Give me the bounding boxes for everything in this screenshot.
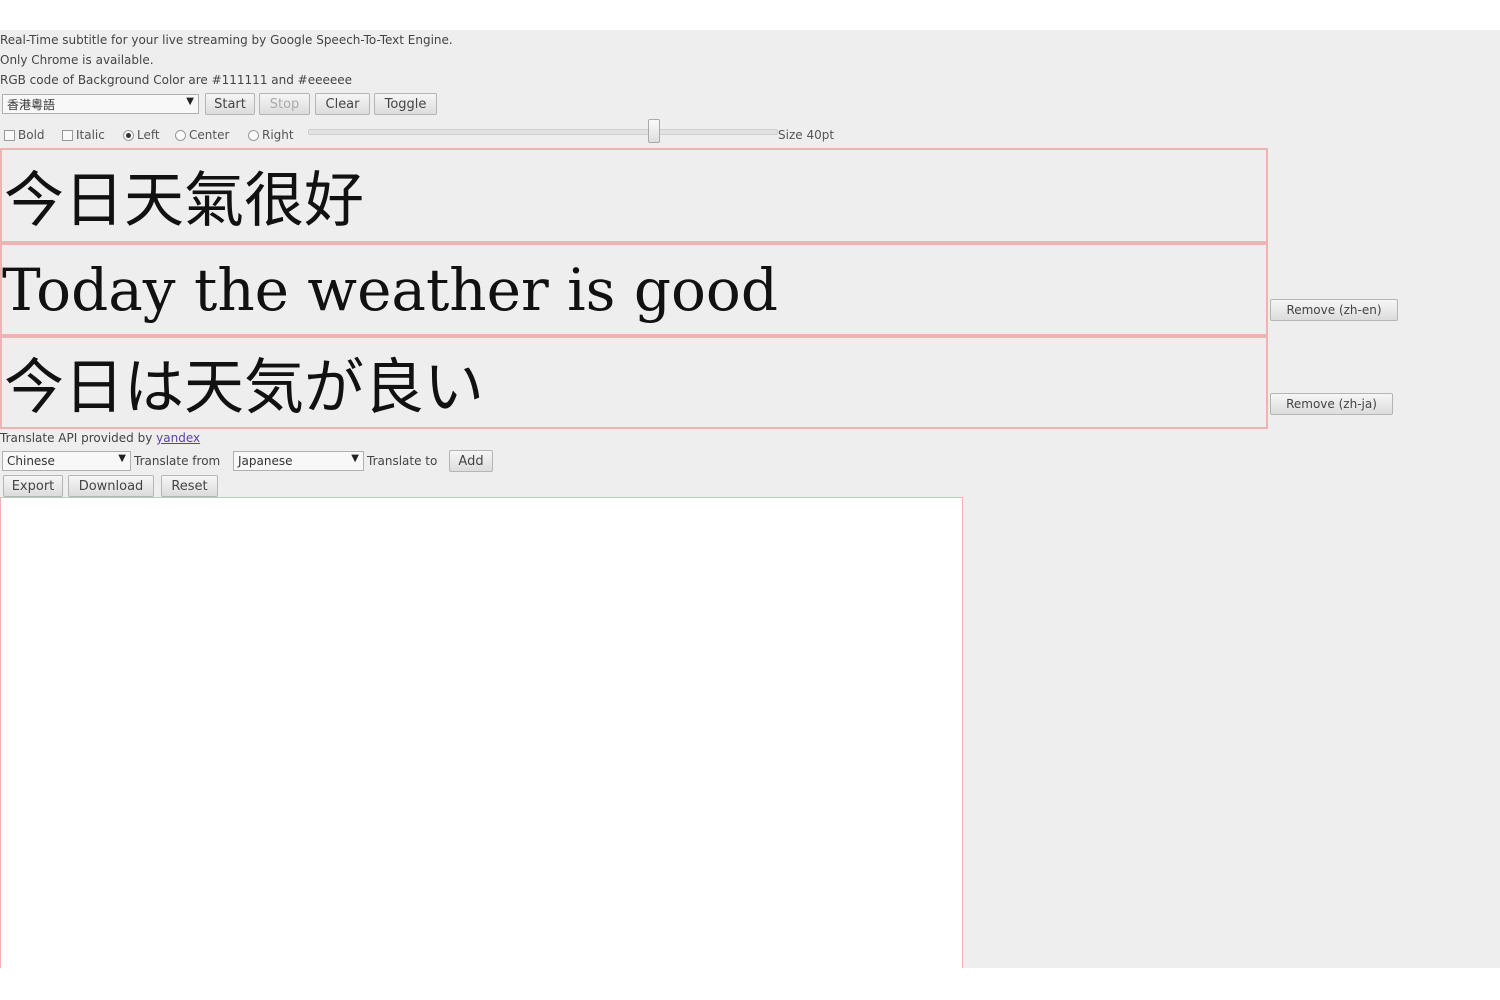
translate-credit: Translate API provided by yandex [0,431,200,445]
language-select[interactable]: 香港粵語 ▼ [2,94,199,114]
size-slider-handle[interactable] [648,119,660,143]
align-left-radio[interactable] [123,129,134,141]
toggle-button[interactable]: Toggle [374,93,437,115]
align-left-option[interactable]: Left [123,128,160,142]
remove-zh-ja-button[interactable]: Remove (zh-ja) [1270,393,1393,415]
clear-button[interactable]: Clear [315,93,370,115]
size-slider-track[interactable] [308,129,778,135]
align-right-radio[interactable] [248,129,259,141]
subtitle-japanese-text: 今日は天気が良い [4,353,484,423]
language-select-value: 香港粵語 [7,97,56,112]
translate-to-label: Translate to [367,454,438,468]
translate-to-value: Japanese [238,454,293,468]
subtitle-english-text: Today the weather is good [2,255,778,324]
bold-checkbox[interactable] [4,129,15,141]
reset-button[interactable]: Reset [161,475,218,497]
italic-label: Italic [76,128,105,142]
translate-from-label: Translate from [134,454,221,468]
subtitle-original: 今日天氣很好 [0,148,1268,243]
info-line-title: Real-Time subtitle for your live streami… [0,33,453,47]
add-translation-button[interactable]: Add [449,450,493,472]
info-line-browser: Only Chrome is available. [0,53,154,67]
subtitle-english: Today the weather is good [0,243,1268,336]
chevron-down-icon: ▼ [118,453,126,464]
align-center-radio[interactable] [175,129,186,141]
size-label: Size 40pt [778,128,835,142]
subtitle-original-text: 今日天氣很好 [4,166,364,236]
align-center-option[interactable]: Center [175,128,229,142]
translate-from-select[interactable]: Chinese ▼ [2,451,131,471]
chevron-down-icon: ▼ [351,453,359,464]
subtitle-japanese: 今日は天気が良い [0,336,1268,429]
bold-label: Bold [18,128,45,142]
align-center-label: Center [189,128,230,142]
output-textarea[interactable] [0,497,963,968]
remove-zh-en-button[interactable]: Remove (zh-en) [1270,299,1398,321]
bold-option[interactable]: Bold [4,128,45,142]
yandex-link[interactable]: yandex [156,431,200,445]
start-button[interactable]: Start [205,93,255,115]
align-right-option[interactable]: Right [248,128,294,142]
italic-checkbox[interactable] [62,129,73,141]
align-right-label: Right [262,128,294,142]
translate-from-value: Chinese [7,454,55,468]
info-line-colors: RGB code of Background Color are #111111… [0,73,353,87]
download-button[interactable]: Download [68,475,154,497]
italic-option[interactable]: Italic [62,128,105,142]
translate-to-select[interactable]: Japanese ▼ [233,451,364,471]
align-left-label: Left [137,128,160,142]
export-button[interactable]: Export [3,475,63,497]
chevron-down-icon: ▼ [186,96,194,107]
translate-credit-text: Translate API provided by [0,431,157,445]
stop-button[interactable]: Stop [259,93,310,115]
